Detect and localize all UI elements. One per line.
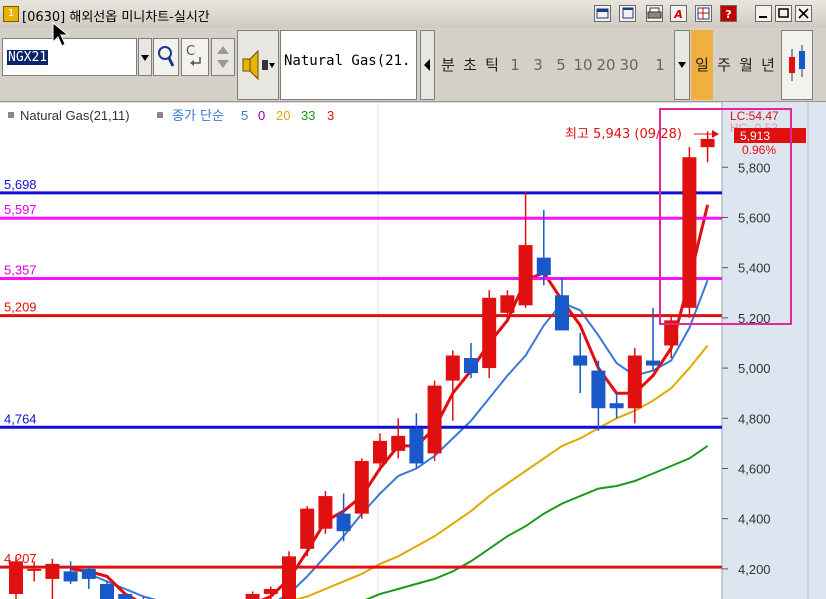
- range-year[interactable]: 년: [757, 30, 779, 100]
- title-bar: 1 [0630] 해외선옵 미니차트-실시간 A ?: [0, 0, 826, 29]
- print-icon[interactable]: [646, 5, 663, 22]
- candle-body: [646, 360, 660, 366]
- legend-ma-label: 종가 단순: [172, 109, 224, 124]
- candle-body: [373, 440, 387, 464]
- range-week[interactable]: 주: [713, 30, 735, 100]
- range-month[interactable]: 월: [735, 30, 757, 100]
- price-tick-label: 5,400: [738, 261, 771, 276]
- candle-body: [263, 588, 278, 594]
- candle-body: [63, 571, 78, 582]
- code-link-icon[interactable]: C: [181, 38, 209, 76]
- interval-dropdown-icon[interactable]: [674, 30, 690, 100]
- period-5[interactable]: 5: [551, 30, 571, 100]
- price-tick-label: 4,200: [738, 562, 771, 577]
- high-annotation: 최고 5,943 (09/28): [565, 127, 682, 142]
- legend-instrument: Natural Gas(21,11): [20, 108, 130, 123]
- candle-body: [318, 496, 333, 529]
- period-second[interactable]: 초: [459, 30, 481, 100]
- change-percent: 0.96%: [742, 143, 776, 157]
- symbol-dropdown-icon[interactable]: [138, 38, 152, 76]
- period-tick[interactable]: 틱: [481, 30, 503, 100]
- candle-body: [445, 355, 460, 381]
- candle-body: [700, 138, 715, 148]
- period-1[interactable]: 1: [505, 30, 525, 100]
- candle-body: [45, 563, 60, 579]
- candle-body: [9, 561, 23, 594]
- price-tick-label: 5,000: [738, 361, 771, 376]
- instrument-name: Natural Gas(21.: [280, 30, 417, 100]
- candlestick-chart[interactable]: Natural Gas(21,11) 종가 단순 5 0 20 33 3 4,2…: [0, 102, 826, 599]
- candle-body: [627, 355, 642, 409]
- candle-body: [518, 245, 533, 306]
- period-minute[interactable]: 분: [437, 30, 459, 100]
- svg-text:C: C: [186, 44, 195, 59]
- candle-body: [354, 460, 369, 514]
- candle-body: [609, 403, 624, 409]
- legend-ma-period-20: 20: [276, 108, 290, 123]
- period-3[interactable]: 3: [528, 30, 548, 100]
- candle-body: [300, 508, 315, 549]
- price-tick-label: 4,800: [738, 411, 771, 426]
- candle-body: [464, 358, 478, 374]
- window-title: [0630] 해외선옵 미니차트-실시간: [22, 10, 210, 25]
- help-icon[interactable]: ?: [720, 5, 737, 22]
- candle-body: [27, 568, 42, 571]
- price-tick-label: 4,600: [738, 461, 771, 476]
- maximize-icon[interactable]: [775, 5, 792, 22]
- close-icon[interactable]: [795, 5, 812, 22]
- candle-body: [336, 513, 351, 532]
- candle-body: [591, 370, 606, 409]
- legend: Natural Gas(21,11) 종가 단순 5 0 20 33 3: [8, 108, 334, 124]
- grid-icon[interactable]: [695, 5, 712, 22]
- toolbar: NGX21 C Natural Gas(21. 분 초 틱 1 3 5 10 2…: [0, 28, 826, 102]
- hc-label: HC:-0.53: [730, 121, 778, 135]
- legend-marker-ma: [157, 112, 163, 118]
- price-level-label: 4,764: [4, 411, 37, 426]
- minimize-icon[interactable]: [755, 5, 772, 22]
- price-level-label: 5,597: [4, 202, 37, 217]
- candle-body: [555, 295, 569, 331]
- period-30[interactable]: 30: [617, 30, 641, 100]
- candle-body: [245, 593, 260, 599]
- candle-body: [118, 593, 133, 599]
- candle-body: [427, 385, 442, 454]
- symbol-code[interactable]: NGX21: [7, 50, 49, 65]
- window-icon[interactable]: [619, 5, 636, 22]
- candle-body: [100, 583, 114, 599]
- candle-body: [482, 297, 497, 369]
- app-icon: 1: [3, 6, 19, 22]
- sound-icon[interactable]: [237, 30, 279, 100]
- search-icon[interactable]: [153, 38, 179, 76]
- candle-body: [282, 556, 296, 599]
- legend-ma-period-0: 0: [258, 108, 265, 123]
- chart-background: [0, 102, 826, 599]
- interval-input[interactable]: 1: [645, 30, 675, 100]
- candle-body: [500, 295, 515, 313]
- price-level-label: 5,209: [4, 300, 37, 315]
- prev-instrument-icon[interactable]: [420, 30, 435, 100]
- legend-ma-period-3: 3: [327, 108, 334, 123]
- candle-body: [391, 435, 406, 451]
- stepper-icon[interactable]: [211, 38, 235, 76]
- candle-body: [536, 257, 551, 276]
- price-level-label: 5,698: [4, 177, 37, 192]
- candle-body: [81, 568, 96, 579]
- legend-ma-period-5: 5: [241, 108, 248, 123]
- price-tick-label: 4,400: [738, 512, 771, 527]
- period-10[interactable]: 10: [572, 30, 594, 100]
- legend-marker-instrument: [8, 112, 14, 118]
- chart-type-icon[interactable]: [781, 30, 813, 100]
- price-level-label: 5,357: [4, 262, 37, 277]
- price-tick-label: 5,800: [738, 160, 771, 175]
- candle-body: [409, 428, 424, 464]
- price-tick-label: 5,600: [738, 210, 771, 225]
- candle-body: [573, 355, 588, 366]
- legend-ma-period-33: 33: [301, 108, 315, 123]
- candle-body: [682, 157, 697, 308]
- font-icon[interactable]: A: [670, 5, 687, 22]
- mouse-cursor-icon: [52, 22, 70, 47]
- range-day[interactable]: 일: [691, 30, 713, 100]
- layout-icon[interactable]: [594, 5, 611, 22]
- period-20[interactable]: 20: [595, 30, 617, 100]
